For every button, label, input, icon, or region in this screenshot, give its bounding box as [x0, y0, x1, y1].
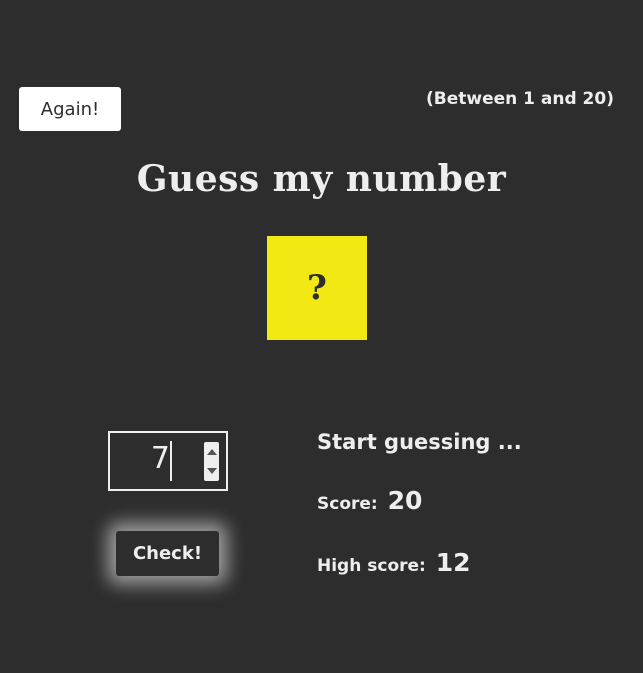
secret-number-box: ? — [267, 236, 367, 340]
score-value: 20 — [387, 486, 423, 515]
again-button[interactable]: Again! — [19, 87, 121, 131]
spinner-down-icon[interactable] — [206, 468, 217, 475]
check-button[interactable]: Check! — [116, 531, 219, 576]
range-hint: (Between 1 and 20) — [425, 89, 614, 109]
score-line: Score: 20 — [317, 486, 422, 515]
text-caret — [170, 441, 172, 481]
spinner-up-icon[interactable] — [206, 448, 217, 455]
score-label: Score: — [317, 494, 378, 514]
highscore-value: 12 — [435, 548, 471, 577]
highscore-line: High score: 12 — [317, 548, 471, 577]
secret-number-display: ? — [307, 268, 327, 308]
status-message: Start guessing ... — [317, 430, 522, 454]
number-spinner[interactable] — [204, 442, 219, 481]
guess-input[interactable]: 7 — [108, 431, 228, 491]
guess-input-value: 7 — [150, 441, 170, 476]
highscore-label: High score: — [317, 556, 426, 576]
page-title: Guess my number — [136, 158, 507, 200]
